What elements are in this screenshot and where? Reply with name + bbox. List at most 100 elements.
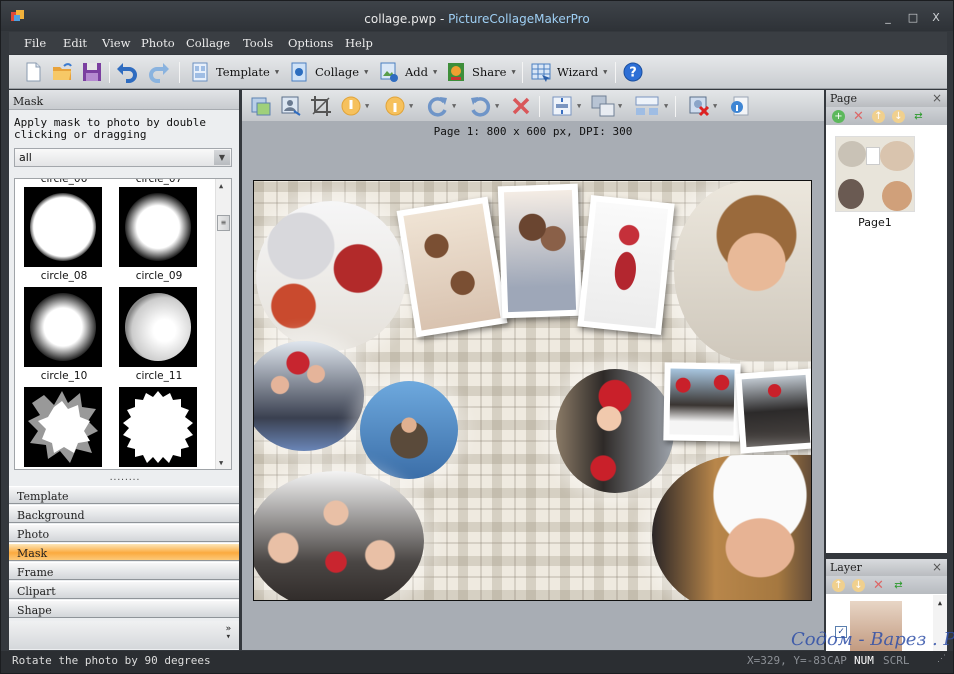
photo-boy-pillow[interactable] [674, 181, 811, 361]
undo-button[interactable] [116, 60, 138, 84]
photo-girl-laughing[interactable] [652, 455, 811, 600]
mask-thumbnail[interactable] [119, 287, 197, 367]
menu-file[interactable]: File [24, 36, 46, 50]
mask-category-select[interactable]: all ▼ [14, 148, 232, 167]
accordion-frame[interactable]: Frame [9, 562, 239, 580]
wizard-button[interactable]: Wizard ▼ [530, 60, 607, 84]
menu-collage[interactable]: Collage [186, 36, 230, 50]
new-button[interactable] [22, 60, 44, 84]
chevron-down-icon[interactable]: ▼ [495, 102, 499, 110]
undo-icon [117, 63, 137, 83]
menu-edit[interactable]: Edit [63, 36, 87, 50]
photo-girl-santa-hat[interactable] [556, 369, 674, 493]
layer-visibility-checkbox[interactable]: ✓ [835, 626, 847, 638]
chevron-down-icon[interactable]: ▼ [365, 102, 369, 110]
chevron-down-icon[interactable]: ▼ [664, 102, 668, 110]
delete-layer-icon[interactable]: ✕ [872, 579, 885, 592]
redo-button[interactable] [148, 60, 170, 84]
photo-kids-hugging[interactable] [497, 183, 583, 319]
layer-down-icon[interactable]: ↓ [852, 578, 865, 592]
share-icon [448, 63, 464, 81]
scroll-up-icon[interactable]: ▲ [219, 182, 223, 190]
photo-girl-sky[interactable] [360, 381, 458, 479]
collage-button[interactable]: Collage ▼ [288, 60, 368, 84]
rotate-left-icon[interactable] [468, 94, 492, 118]
minimize-button[interactable]: _ [881, 12, 895, 24]
crop-icon[interactable] [310, 95, 332, 117]
mask-thumbnail[interactable] [24, 187, 102, 267]
refresh-pages-icon[interactable]: ⇄ [912, 110, 925, 123]
align-icon[interactable] [551, 95, 573, 117]
bring-forward-icon[interactable] [340, 95, 362, 117]
photo-kids-sleeping[interactable] [396, 196, 508, 338]
app-window: collage.pwp - PictureCollageMakerPro _ □… [0, 0, 954, 674]
accordion-mask[interactable]: Mask [9, 543, 239, 561]
chevron-down-icon[interactable]: ▼ [577, 102, 581, 110]
photo-friends-group[interactable] [254, 341, 364, 451]
photo-group-snow[interactable] [663, 362, 741, 442]
add-button[interactable]: Add ▼ [378, 60, 437, 84]
mask-thumbnail[interactable] [119, 187, 197, 267]
layer-thumbnail[interactable] [850, 601, 902, 651]
mask-thumbnail[interactable] [119, 387, 197, 467]
accordion-shape[interactable]: Shape [9, 600, 239, 618]
chevron-down-icon[interactable]: ▼ [452, 102, 456, 110]
page-panel-title: Page [830, 92, 858, 105]
chevron-down-icon[interactable]: ▼ [713, 102, 717, 110]
page-thumbnail[interactable] [835, 136, 915, 212]
distribute-icon[interactable] [634, 95, 660, 117]
gallery-scrollbar[interactable]: ▲ ≡ ▼ [215, 179, 231, 469]
layer-up-icon[interactable]: ↑ [832, 578, 845, 592]
close-icon[interactable]: × [932, 91, 942, 105]
menu-help[interactable]: Help [345, 36, 373, 50]
photo-kid-red[interactable] [577, 194, 675, 336]
chevron-down-icon[interactable]: ▼ [618, 102, 622, 110]
photo-kid-gifts[interactable] [256, 201, 406, 351]
save-button[interactable] [81, 60, 103, 84]
mask-thumbnail[interactable] [24, 287, 102, 367]
redo-icon [149, 63, 169, 83]
menu-photo[interactable]: Photo [141, 36, 175, 50]
add-label: Add [405, 65, 429, 79]
collage-canvas[interactable] [253, 180, 812, 601]
resize-grip-icon[interactable]: ⋰ [937, 654, 946, 664]
rotate-right-icon[interactable] [426, 94, 450, 118]
close-icon[interactable]: × [932, 560, 942, 574]
close-button[interactable]: X [929, 12, 943, 24]
photo-group-winter[interactable] [735, 368, 811, 454]
move-page-up-icon[interactable]: ↑ [872, 109, 885, 123]
delete-icon[interactable] [510, 95, 532, 117]
size-icon[interactable] [591, 95, 615, 117]
properties-icon[interactable] [728, 95, 750, 117]
menu-options[interactable]: Options [288, 36, 333, 50]
accordion-photo[interactable]: Photo [9, 524, 239, 542]
cursor-coordinates: X=329, Y=-83 [747, 654, 827, 667]
menu-view[interactable]: View [102, 36, 130, 50]
panel-splitter[interactable]: ........ [9, 474, 239, 484]
accordion-template[interactable]: Template [9, 486, 239, 504]
edit-photo-icon[interactable] [280, 95, 302, 117]
replace-photo-icon[interactable] [250, 95, 272, 117]
send-backward-icon[interactable] [384, 95, 406, 117]
delete-page-icon[interactable]: ✕ [852, 110, 865, 123]
layer-scrollbar[interactable]: ▲ [933, 595, 947, 651]
scrollbar-thumb[interactable]: ≡ [217, 215, 230, 231]
maximize-button[interactable]: □ [906, 12, 920, 24]
scroll-down-icon[interactable]: ▼ [219, 459, 223, 467]
menu-tools[interactable]: Tools [243, 36, 273, 50]
help-button[interactable]: ? [622, 60, 644, 84]
remove-mask-icon[interactable] [688, 95, 710, 117]
mask-thumbnail[interactable] [24, 387, 102, 467]
refresh-layers-icon[interactable]: ⇄ [892, 579, 905, 592]
photo-friends-lying[interactable] [254, 471, 424, 600]
template-button[interactable]: Template ▼ [189, 60, 279, 84]
accordion-background[interactable]: Background [9, 505, 239, 523]
accordion-clipart[interactable]: Clipart [9, 581, 239, 599]
move-page-down-icon[interactable]: ↓ [892, 109, 905, 123]
more-sections-button[interactable]: » ▾ [226, 625, 231, 642]
open-button[interactable] [51, 60, 73, 84]
chevron-down-icon[interactable]: ▼ [214, 150, 230, 165]
share-button[interactable]: Share ▼ [445, 60, 516, 84]
chevron-down-icon[interactable]: ▼ [409, 102, 413, 110]
add-page-icon[interactable]: + [832, 109, 845, 123]
